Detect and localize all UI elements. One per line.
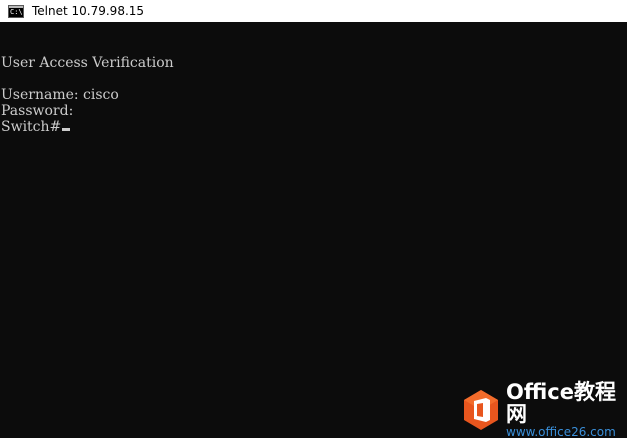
console-area[interactable]: User Access Verification Username: cisco…: [0, 22, 627, 438]
console-line-prompt[interactable]: Switch#: [1, 119, 627, 135]
console-line-password: Password:: [1, 103, 74, 119]
console-icon-glyph: C:\: [10, 7, 23, 16]
watermark-brand: Office教程网: [506, 380, 616, 426]
watermark-text: Office教程网 www.office26.com: [506, 381, 627, 438]
title-bar[interactable]: C:\ Telnet 10.79.98.15: [0, 0, 627, 22]
console-line-heading: User Access Verification: [1, 55, 174, 71]
console-icon[interactable]: C:\: [8, 4, 24, 18]
watermark: Office教程网 www.office26.com: [462, 381, 627, 438]
text-cursor: [62, 128, 71, 131]
console-prompt-text: Switch#: [1, 119, 62, 135]
office-logo-icon: [462, 389, 500, 431]
console-line-username: Username: cisco: [1, 87, 119, 103]
telnet-window: C:\ Telnet 10.79.98.15 User Access Verif…: [0, 0, 627, 438]
window-title: Telnet 10.79.98.15: [32, 4, 145, 18]
watermark-url: www.office26.com: [506, 425, 616, 438]
